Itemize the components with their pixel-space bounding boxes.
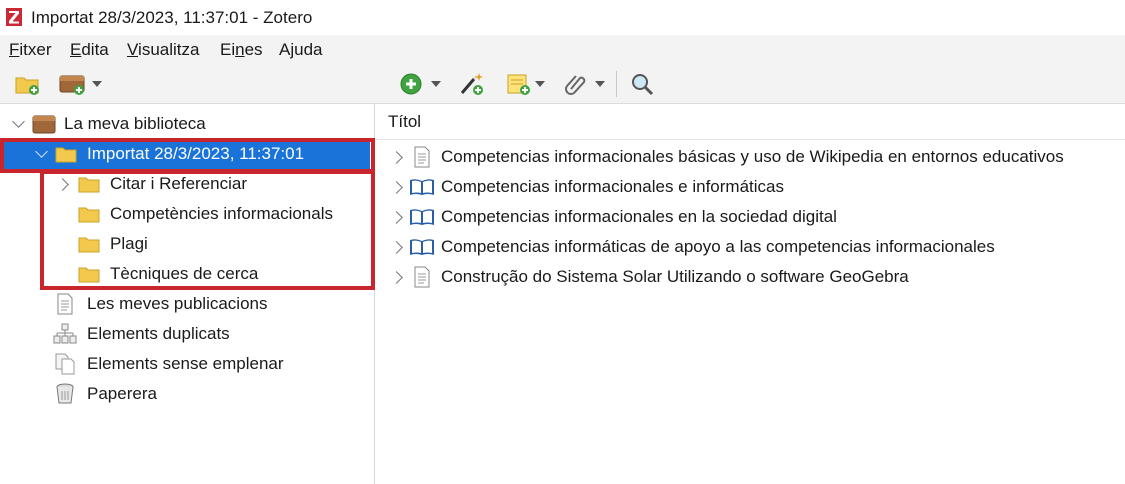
column-header-title[interactable]: Títol [375,104,1125,140]
twisty-icon[interactable] [390,181,403,194]
book-icon [410,179,434,195]
twisty-icon[interactable] [12,115,25,128]
library-icon [32,115,56,134]
publications-icon [57,293,73,315]
item-row[interactable]: Competencias informacionales básicas y u… [375,142,1125,172]
menu-bar: Fitxer Edita Visualitza Eines Ajuda [0,35,1125,65]
trash-icon [56,383,74,404]
new-note-icon[interactable] [505,71,533,97]
tree-item-duplicates[interactable]: Elements duplicats [0,319,374,349]
window-title: Importat 28/3/2023, 11:37:01 - Zotero [31,8,313,27]
item-title: Construção do Sistema Solar Utilizando o… [441,267,909,286]
menu-visualitza[interactable]: Visualitza [127,40,199,60]
special-label: Les meves publicacions [87,294,268,313]
book-icon [410,239,434,255]
item-row[interactable]: Competencias informacionales e informáti… [375,172,1125,202]
title-bar: Importat 28/3/2023, 11:37:01 - Zotero [0,0,1125,35]
twisty-icon[interactable] [390,271,403,284]
item-row[interactable]: Competencias informacionales en la socie… [375,202,1125,232]
duplicates-icon [53,323,77,344]
collections-pane: La meva biblioteca Importat 28/3/2023, 1… [0,104,375,484]
column-title-label: Títol [388,112,422,131]
add-by-identifier-icon[interactable] [458,71,486,97]
item-row[interactable]: Competencias informáticas de apoyo a las… [375,232,1125,262]
new-note-dropdown-caret[interactable] [535,81,545,87]
special-label: Paperera [87,384,157,403]
item-title: Competencias informacionales e informáti… [441,177,784,196]
twisty-icon[interactable] [390,241,403,254]
tree-item-trash[interactable]: Paperera [0,379,374,409]
special-label: Elements duplicats [87,324,230,343]
menu-eines[interactable]: Eines [220,40,263,60]
new-item-dropdown-caret[interactable] [431,81,441,87]
document-icon [414,266,430,288]
tree-item-library[interactable]: La meva biblioteca [0,109,374,139]
attachment-dropdown-caret[interactable] [595,81,605,87]
attachment-icon[interactable] [563,71,589,97]
toolbar-separator [616,71,617,97]
menu-fitxer[interactable]: Fitxer [9,40,52,60]
highlight-subcollections [40,170,375,290]
highlight-selected-collection [0,138,375,173]
document-icon [414,146,430,168]
new-library-icon[interactable] [58,71,88,97]
search-icon[interactable] [629,71,655,97]
menu-edita[interactable]: Edita [70,40,109,60]
new-collection-icon[interactable] [14,71,42,97]
item-row[interactable]: Construção do Sistema Solar Utilizando o… [375,262,1125,292]
item-title: Competencias informacionales básicas y u… [441,147,1064,166]
twisty-icon[interactable] [390,211,403,224]
tree-item-my-publications[interactable]: Les meves publicacions [0,289,374,319]
zotero-logo-icon [6,8,22,26]
special-label: Elements sense emplenar [87,354,284,373]
item-title: Competencias informacionales en la socie… [441,207,837,226]
item-title: Competencias informáticas de apoyo a las… [441,237,995,256]
toolbar [0,65,1125,104]
tree-item-unfiled[interactable]: Elements sense emplenar [0,349,374,379]
menu-ajuda[interactable]: Ajuda [279,40,323,60]
book-icon [410,209,434,225]
unfiled-items-icon [55,353,75,375]
items-pane: Títol Competencias informacionales básic… [375,104,1125,484]
library-label: La meva biblioteca [64,114,206,133]
new-item-icon[interactable] [398,71,424,97]
twisty-icon[interactable] [390,151,403,164]
library-dropdown-caret[interactable] [92,81,102,87]
